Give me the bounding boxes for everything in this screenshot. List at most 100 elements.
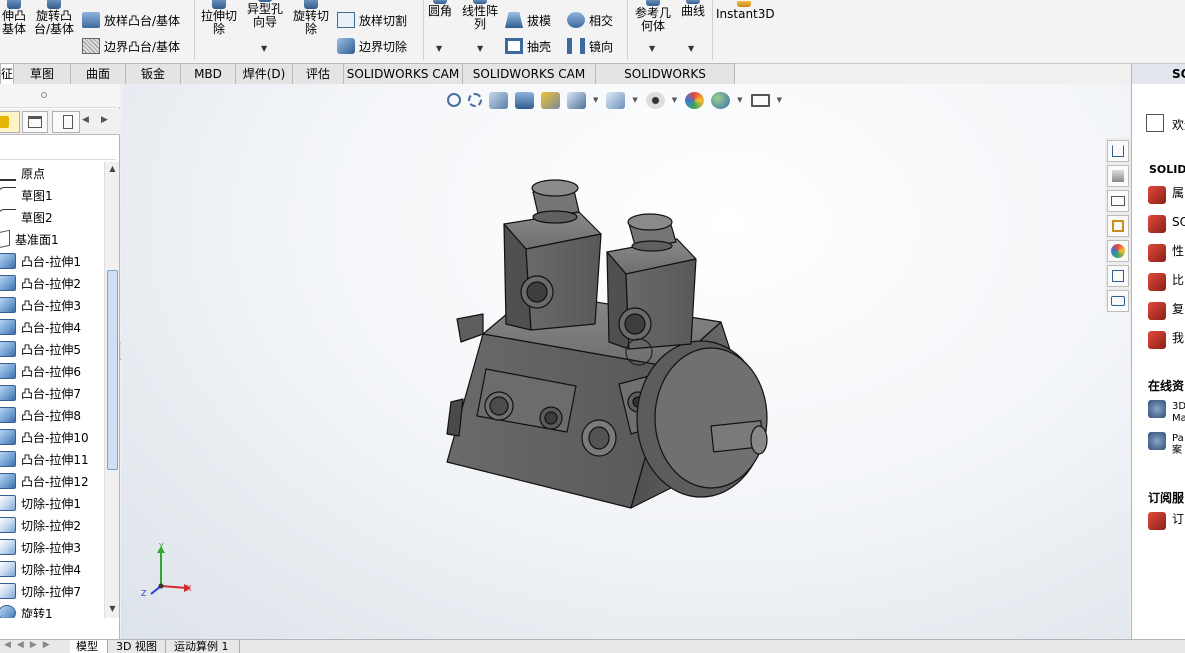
home-icon (1112, 145, 1124, 157)
curves-button[interactable]: 曲线 (678, 0, 708, 18)
resource-link[interactable]: 3D Ma (1172, 401, 1185, 425)
loft-boss-button[interactable]: 放样凸台/基体 (82, 9, 180, 31)
panel-grip[interactable] (0, 84, 120, 108)
tree-item[interactable]: 凸台-拉伸5 (0, 338, 104, 360)
ribbon-tab[interactable]: 曲面 (70, 63, 126, 84)
resource-link[interactable]: 性 (1172, 245, 1184, 257)
tree-item[interactable]: 凸台-拉伸3 (0, 294, 104, 316)
extrude-boss-button[interactable]: 伸凸 基体 (0, 0, 28, 36)
scroll-down-icon[interactable]: ▼ (107, 604, 118, 616)
tree-item-label: 切除-拉伸3 (21, 540, 81, 555)
resource-icon (1148, 302, 1166, 320)
extrude-boss-icon (7, 0, 21, 9)
plane-icon (0, 229, 10, 249)
reference-geometry-button[interactable]: 参考几 何体 (632, 0, 674, 33)
loft-cut-button[interactable]: 放样切割 (337, 9, 407, 31)
tree-item[interactable]: 旋转1 (0, 602, 104, 618)
tree-item-label: 切除-拉伸4 (21, 562, 81, 577)
model-tab[interactable]: 模型 (70, 640, 108, 653)
tree-item[interactable]: 凸台-拉伸7 (0, 382, 104, 404)
tree-item[interactable]: 切除-拉伸2 (0, 514, 104, 536)
ribbon-tab[interactable]: SOLIDWORKS CAM TBM (462, 63, 596, 101)
tree-filter-area[interactable] (0, 136, 116, 160)
configuration-manager-tab[interactable] (52, 111, 80, 133)
feature-manager-tab[interactable] (0, 111, 20, 133)
hole-wizard-dropdown-icon[interactable]: ▼ (261, 44, 267, 53)
design-library-tab[interactable] (1107, 165, 1129, 187)
sketch-icon (0, 209, 16, 225)
tree-item[interactable]: 切除-拉伸1 (0, 492, 104, 514)
tree-item[interactable]: 凸台-拉伸11 (0, 448, 104, 470)
ribbon-tab[interactable]: 草图 (13, 63, 71, 84)
tree-item-label: 凸台-拉伸8 (21, 408, 81, 423)
ribbon-tab[interactable]: MBD (180, 63, 236, 84)
ribbon-tab[interactable]: SOLIDWORKS Inspection (595, 63, 735, 101)
vane-pump-model[interactable] (121, 84, 1130, 639)
instant3d-button[interactable]: Instant3D (716, 1, 775, 21)
tree-item[interactable]: 凸台-拉伸2 (0, 272, 104, 294)
tree-item-label: 凸台-拉伸11 (21, 452, 89, 467)
tree-item[interactable]: 切除-拉伸4 (0, 558, 104, 580)
boundary-cut-button[interactable]: 边界切除 (337, 35, 407, 57)
linear-pattern-button[interactable]: 线性阵 列 (458, 0, 502, 31)
tree-item[interactable]: 基准面1 (0, 228, 104, 250)
tab-scroll-left-icon[interactable]: ◀ (82, 115, 89, 125)
ribbon-tab[interactable]: 评估 (292, 63, 344, 84)
resource-link[interactable]: 属 (1172, 187, 1184, 199)
tab-scroll-right-icon[interactable]: ▶ (101, 115, 108, 125)
model-tab[interactable]: 运动算例 1 (168, 640, 240, 653)
tree-item[interactable]: 原点 (0, 162, 104, 184)
revolve-cut-button[interactable]: 旋转切 除 (290, 0, 332, 36)
tree-item[interactable]: 切除-拉伸3 (0, 536, 104, 558)
fillet-dropdown-icon[interactable]: ▼ (436, 44, 442, 53)
extrude-cut-button[interactable]: 拉伸切 除 (198, 0, 240, 36)
revolve-boss-button[interactable]: 旋转凸 台/基体 (32, 0, 76, 36)
resource-icon (1148, 432, 1166, 450)
scrollbar-thumb[interactable] (107, 270, 118, 470)
view-palette-tab[interactable] (1107, 215, 1129, 237)
welcome-link[interactable]: 欢迎 (1172, 116, 1185, 133)
ribbon-tab[interactable]: 钣金 (125, 63, 181, 84)
reference-geometry-dropdown-icon[interactable]: ▼ (649, 44, 655, 53)
tree-item[interactable]: 凸台-拉伸4 (0, 316, 104, 338)
custom-properties-tab[interactable] (1107, 265, 1129, 287)
resource-link[interactable]: SO (1172, 216, 1185, 228)
tree-item[interactable]: 草图1 (0, 184, 104, 206)
hole-wizard-button[interactable]: 异型孔 向导 (244, 0, 286, 29)
appearances-tab[interactable] (1107, 240, 1129, 262)
mirror-button[interactable]: 镜向 (567, 35, 613, 57)
property-manager-tab[interactable] (22, 111, 48, 133)
tree-item-label: 凸台-拉伸10 (21, 430, 89, 445)
ribbon-tab[interactable]: SOLIDWORKS CAM (343, 63, 463, 84)
draft-button[interactable]: 拔模 (505, 9, 551, 31)
scroll-up-icon[interactable]: ▲ (107, 164, 118, 176)
resource-link[interactable]: 比 (1172, 274, 1184, 286)
curves-dropdown-icon[interactable]: ▼ (688, 44, 694, 53)
tree-item[interactable]: 凸台-拉伸1 (0, 250, 104, 272)
model-tab[interactable]: 3D 视图 (110, 640, 166, 653)
graphics-area[interactable]: ▼ ▼ ▼ ▼ ▼ ⊡ ⊡ — ❐ ✕ (121, 84, 1130, 639)
resource-link[interactable]: 我 (1172, 332, 1184, 344)
tree-item[interactable]: 切除-拉伸7 (0, 580, 104, 602)
resource-link[interactable]: 订 (1172, 513, 1184, 525)
forum-tab[interactable] (1107, 290, 1129, 312)
ribbon-tab[interactable]: 征 (0, 63, 14, 84)
shell-button[interactable]: 抽壳 (505, 35, 551, 57)
boundary-boss-button[interactable]: 边界凸台/基体 (82, 35, 180, 57)
tab-nav-arrows-icon[interactable]: ◀◀▶▶ (4, 640, 56, 650)
resource-link[interactable]: 复 (1172, 303, 1184, 315)
file-explorer-tab[interactable] (1107, 190, 1129, 212)
fillet-button[interactable]: 圆角 (425, 0, 455, 18)
tree-item[interactable]: 凸台-拉伸8 (0, 404, 104, 426)
ribbon-tab[interactable]: 焊件(D) (235, 63, 293, 84)
intersect-button[interactable]: 相交 (567, 9, 613, 31)
tree-item[interactable]: 凸台-拉伸6 (0, 360, 104, 382)
tree-item[interactable]: 草图2 (0, 206, 104, 228)
linear-pattern-dropdown-icon[interactable]: ▼ (477, 44, 483, 53)
resource-link[interactable]: Pa 案 (1172, 433, 1184, 457)
solidworks-resources-tab[interactable] (1107, 140, 1129, 162)
tree-item[interactable]: 凸台-拉伸12 (0, 470, 104, 492)
tree-item[interactable]: 凸台-拉伸10 (0, 426, 104, 448)
tree-scrollbar[interactable]: ▲ ▼ (104, 162, 119, 618)
property-list-icon (28, 116, 42, 128)
